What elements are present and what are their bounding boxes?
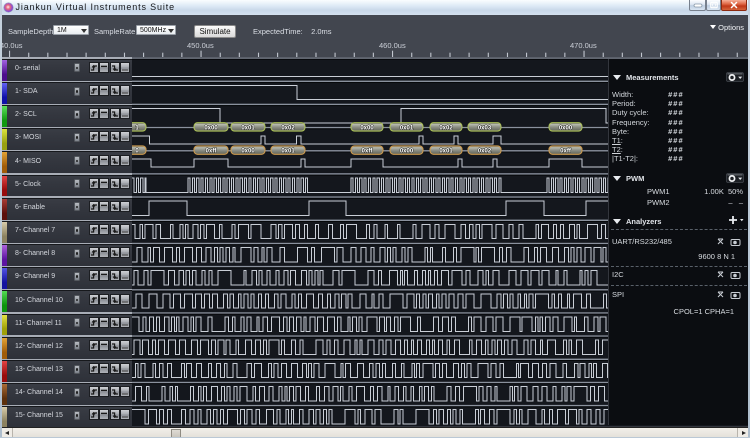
svg-text:0x00: 0x00 bbox=[360, 126, 374, 132]
svg-text:0x03: 0x03 bbox=[478, 126, 492, 132]
svg-text:0xff: 0xff bbox=[560, 149, 572, 155]
svg-text:0x00: 0x00 bbox=[204, 126, 218, 132]
svg-text:0x02: 0x02 bbox=[281, 126, 295, 132]
svg-text:0x00: 0x00 bbox=[559, 126, 573, 132]
svg-text:0x01: 0x01 bbox=[400, 126, 414, 132]
svg-text:0xff: 0xff bbox=[206, 149, 218, 155]
svg-text:0x01: 0x01 bbox=[439, 149, 453, 155]
svg-text:0x00: 0x00 bbox=[241, 149, 255, 155]
svg-text:0x02: 0x02 bbox=[439, 126, 453, 132]
svg-text:0x00: 0x00 bbox=[400, 149, 414, 155]
svg-text:0x02: 0x02 bbox=[478, 149, 492, 155]
svg-text:0x01: 0x01 bbox=[241, 126, 255, 132]
svg-text:0xff: 0xff bbox=[362, 149, 374, 155]
svg-text:0x01: 0x01 bbox=[281, 149, 295, 155]
